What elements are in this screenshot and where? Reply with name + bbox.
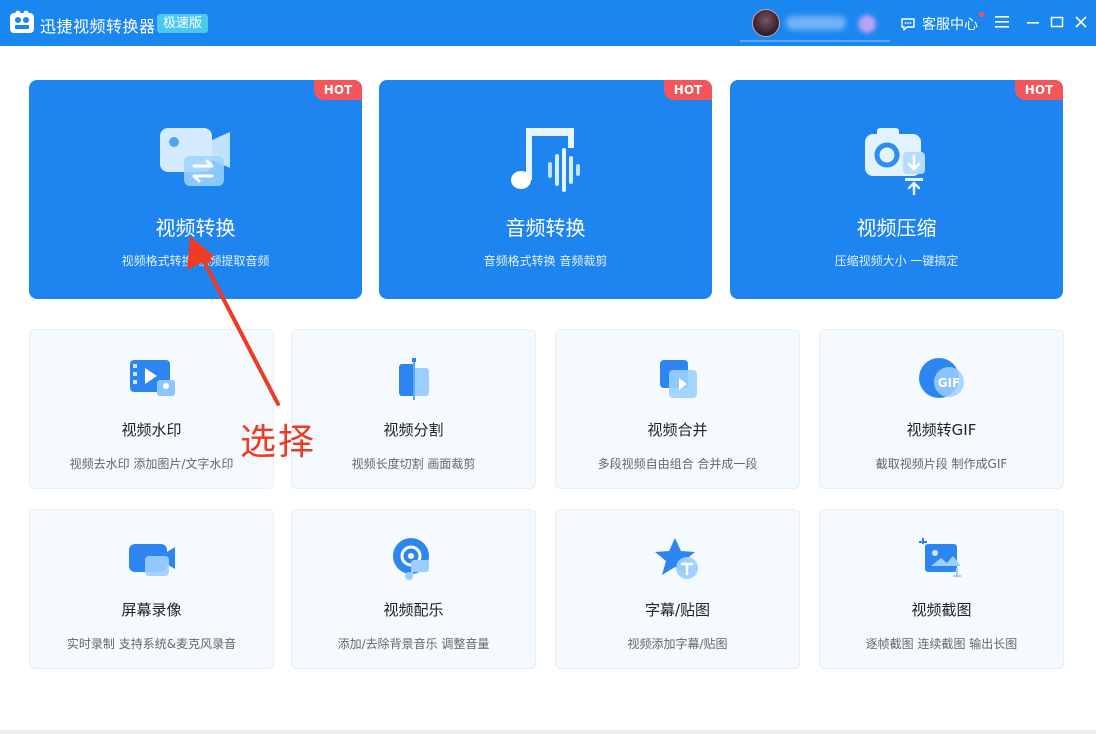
hot-card-video-compress[interactable]: HOT 视频压缩 压缩视频大小 一键搞定 — [730, 80, 1063, 299]
maximize-button[interactable] — [1047, 12, 1067, 32]
hot-card-desc: 压缩视频大小 一键搞定 — [834, 254, 959, 268]
hot-badge: HOT — [1015, 80, 1063, 100]
tool-card-title: 视频水印 — [121, 421, 182, 439]
tool-card-title: 屏幕录像 — [121, 601, 182, 619]
watermark-icon — [129, 360, 175, 396]
tool-card-title: 视频合并 — [647, 421, 708, 439]
app-window: 迅捷视频转换器 极速版 客服中心 HOT 视频转换 视频格式转换 视频提取音频 … — [0, 0, 1096, 734]
tool-card-title: 视频分割 — [383, 421, 444, 439]
notification-dot — [979, 12, 984, 17]
screen-record-icon — [128, 544, 175, 576]
video-convert-icon — [159, 128, 230, 186]
maximize-icon — [1050, 16, 1064, 28]
chat-bubble-icon — [901, 18, 915, 31]
edition-badge: 极速版 — [157, 14, 209, 33]
user-account[interactable] — [740, 4, 890, 42]
minimize-icon — [1027, 22, 1039, 24]
tool-card-title: 视频配乐 — [383, 601, 444, 619]
tool-card-merge[interactable]: 视频合并 多段视频自由组合 合并成一段 — [555, 329, 800, 489]
subtitle-star-icon — [654, 538, 698, 579]
vip-badge-icon — [858, 15, 876, 33]
screenshot-icon — [918, 538, 961, 577]
tool-card-title: 视频转GIF — [906, 421, 977, 439]
tool-card-desc: 视频添加字幕/贴图 — [627, 637, 728, 651]
hamburger-menu-icon — [995, 16, 1009, 28]
support-center-label: 客服中心 — [922, 17, 978, 33]
svg-text:GIF: GIF — [937, 376, 960, 390]
merge-icon — [659, 360, 697, 398]
tool-card-desc: 视频去水印 添加图片/文字水印 — [69, 457, 234, 471]
tool-card-title: 字幕/贴图 — [644, 601, 711, 619]
tool-card-screen-record[interactable]: 屏幕录像 实时录制 支持系统&麦克风录音 — [29, 509, 274, 669]
tool-card-title: 视频截图 — [911, 601, 972, 619]
bottom-divider — [0, 730, 1096, 734]
hot-card-title: 音频转换 — [505, 216, 586, 240]
tool-card-desc: 添加/去除背景音乐 调整音量 — [337, 637, 490, 651]
tool-card-desc: 逐帧截图 连续截图 输出长图 — [865, 637, 1018, 651]
tool-card-subtitle[interactable]: 字幕/贴图 视频添加字幕/贴图 — [555, 509, 800, 669]
menu-button[interactable] — [992, 12, 1012, 32]
hot-card-video-convert[interactable]: HOT 视频转换 视频格式转换 视频提取音频 — [29, 80, 362, 299]
hot-card-desc: 音频格式转换 音频裁剪 — [483, 254, 608, 268]
app-title: 迅捷视频转换器 — [40, 17, 156, 36]
tool-card-split[interactable]: 视频分割 视频长度切割 画面裁剪 — [291, 329, 536, 489]
hot-badge: HOT — [664, 80, 712, 100]
tool-card-screenshot[interactable]: 视频截图 逐帧截图 连续截图 输出长图 — [819, 509, 1064, 669]
tool-card-gif[interactable]: GIF 视频转GIF 截取视频片段 制作成GIF — [819, 329, 1064, 489]
hot-badge: HOT — [314, 80, 362, 100]
compress-icon — [864, 128, 925, 196]
hot-card-title: 视频转换 — [155, 216, 236, 240]
hot-card-audio-convert[interactable]: HOT 音频转换 音频格式转换 音频裁剪 — [379, 80, 712, 299]
support-center-button[interactable]: 客服中心 — [900, 12, 984, 34]
music-note-icon — [510, 128, 580, 192]
split-icon — [398, 358, 429, 400]
close-icon — [1075, 16, 1087, 28]
title-bar: 迅捷视频转换器 极速版 客服中心 — [0, 0, 1096, 46]
tool-card-desc: 多段视频自由组合 合并成一段 — [597, 457, 758, 471]
hot-card-title: 视频压缩 — [856, 216, 937, 240]
tool-card-watermark[interactable]: 视频水印 视频去水印 添加图片/文字水印 — [29, 329, 274, 489]
annotation-label: 选择 — [240, 422, 317, 463]
tool-card-desc: 视频长度切割 画面裁剪 — [351, 457, 476, 471]
close-button[interactable] — [1071, 12, 1091, 32]
hot-card-desc: 视频格式转换 视频提取音频 — [121, 254, 270, 268]
username-blurred — [786, 16, 846, 30]
tool-card-desc: 实时录制 支持系统&麦克风录音 — [66, 637, 237, 651]
tool-card-desc: 截取视频片段 制作成GIF — [875, 457, 1008, 471]
tool-card-music[interactable]: 视频配乐 添加/去除背景音乐 调整音量 — [291, 509, 536, 669]
avatar[interactable] — [752, 9, 780, 37]
app-logo-icon — [10, 10, 34, 33]
music-disc-icon — [392, 538, 429, 580]
gif-icon: GIF — [918, 358, 964, 398]
minimize-button[interactable] — [1023, 12, 1043, 32]
